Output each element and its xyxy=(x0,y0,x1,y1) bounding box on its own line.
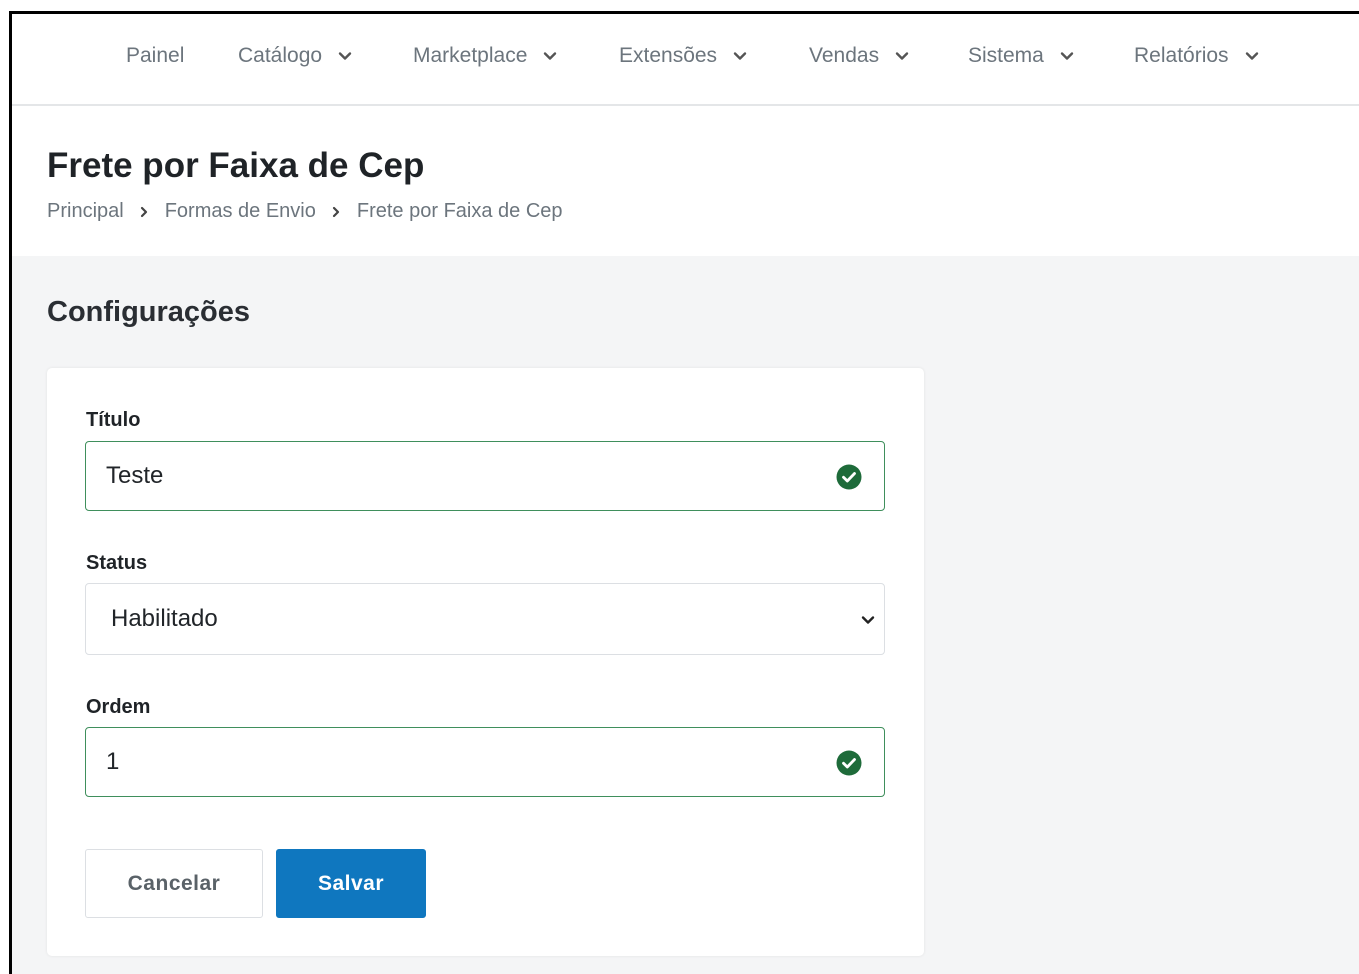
section-title: Configurações xyxy=(47,296,251,328)
nav-item-extensoes[interactable]: Extensões xyxy=(619,44,747,68)
nav-item-painel[interactable]: Painel xyxy=(126,44,184,68)
check-circle-icon xyxy=(836,750,862,776)
nav-item-label: Extensões xyxy=(619,44,718,67)
ordem-input[interactable] xyxy=(86,728,884,796)
check-circle-icon xyxy=(836,464,862,490)
breadcrumb-link-formas-de-envio[interactable]: Formas de Envio xyxy=(165,200,316,223)
ordem-field-wrapper xyxy=(85,727,885,797)
nav-item-label: Relatórios xyxy=(1134,44,1229,67)
nav-item-relatorios[interactable]: Relatórios xyxy=(1134,44,1259,68)
breadcrumb-current: Frete por Faixa de Cep xyxy=(356,200,563,222)
nav-item-label: Painel xyxy=(126,44,185,67)
top-navigation: Painel Catálogo Marketplace Extensões Ve… xyxy=(12,14,1359,106)
breadcrumb-link-principal[interactable]: Principal xyxy=(47,200,124,223)
chevron-right-icon xyxy=(332,206,339,217)
chevron-down-icon xyxy=(1245,52,1258,60)
titulo-input[interactable] xyxy=(86,442,884,510)
nav-item-marketplace[interactable]: Marketplace xyxy=(413,44,557,68)
titulo-label: Título xyxy=(86,409,141,431)
cancel-button[interactable]: Cancelar xyxy=(85,849,263,918)
page-header: Frete por Faixa de Cep Principal Formas … xyxy=(12,106,1359,256)
status-selected-value: Habilitado xyxy=(111,605,218,632)
ordem-label: Ordem xyxy=(86,696,151,718)
app-window: Painel Catálogo Marketplace Extensões Ve… xyxy=(9,11,1359,974)
nav-item-label: Sistema xyxy=(968,44,1044,67)
chevron-down-icon xyxy=(733,52,747,60)
status-select[interactable]: Habilitado xyxy=(85,583,885,655)
nav-item-label: Vendas xyxy=(809,44,880,67)
chevron-down-icon xyxy=(544,52,557,60)
chevron-down-icon xyxy=(338,52,352,60)
chevron-down-icon xyxy=(895,52,909,60)
status-label: Status xyxy=(86,552,148,574)
chevron-down-icon xyxy=(861,616,875,624)
page-title: Frete por Faixa de Cep xyxy=(47,146,425,185)
nav-item-sistema[interactable]: Sistema xyxy=(968,44,1074,68)
settings-card: Título Status Habilitado Ordem Cancelar … xyxy=(47,368,924,956)
nav-item-label: Catálogo xyxy=(238,44,323,67)
nav-item-label: Marketplace xyxy=(413,44,528,67)
titulo-field-wrapper xyxy=(85,441,885,511)
chevron-right-icon xyxy=(140,206,147,217)
chevron-down-icon xyxy=(1060,52,1074,60)
nav-item-catalogo[interactable]: Catálogo xyxy=(238,44,352,68)
nav-item-vendas[interactable]: Vendas xyxy=(809,44,909,68)
breadcrumb: Principal Formas de Envio Frete por Faix… xyxy=(47,200,563,223)
save-button[interactable]: Salvar xyxy=(276,849,426,918)
